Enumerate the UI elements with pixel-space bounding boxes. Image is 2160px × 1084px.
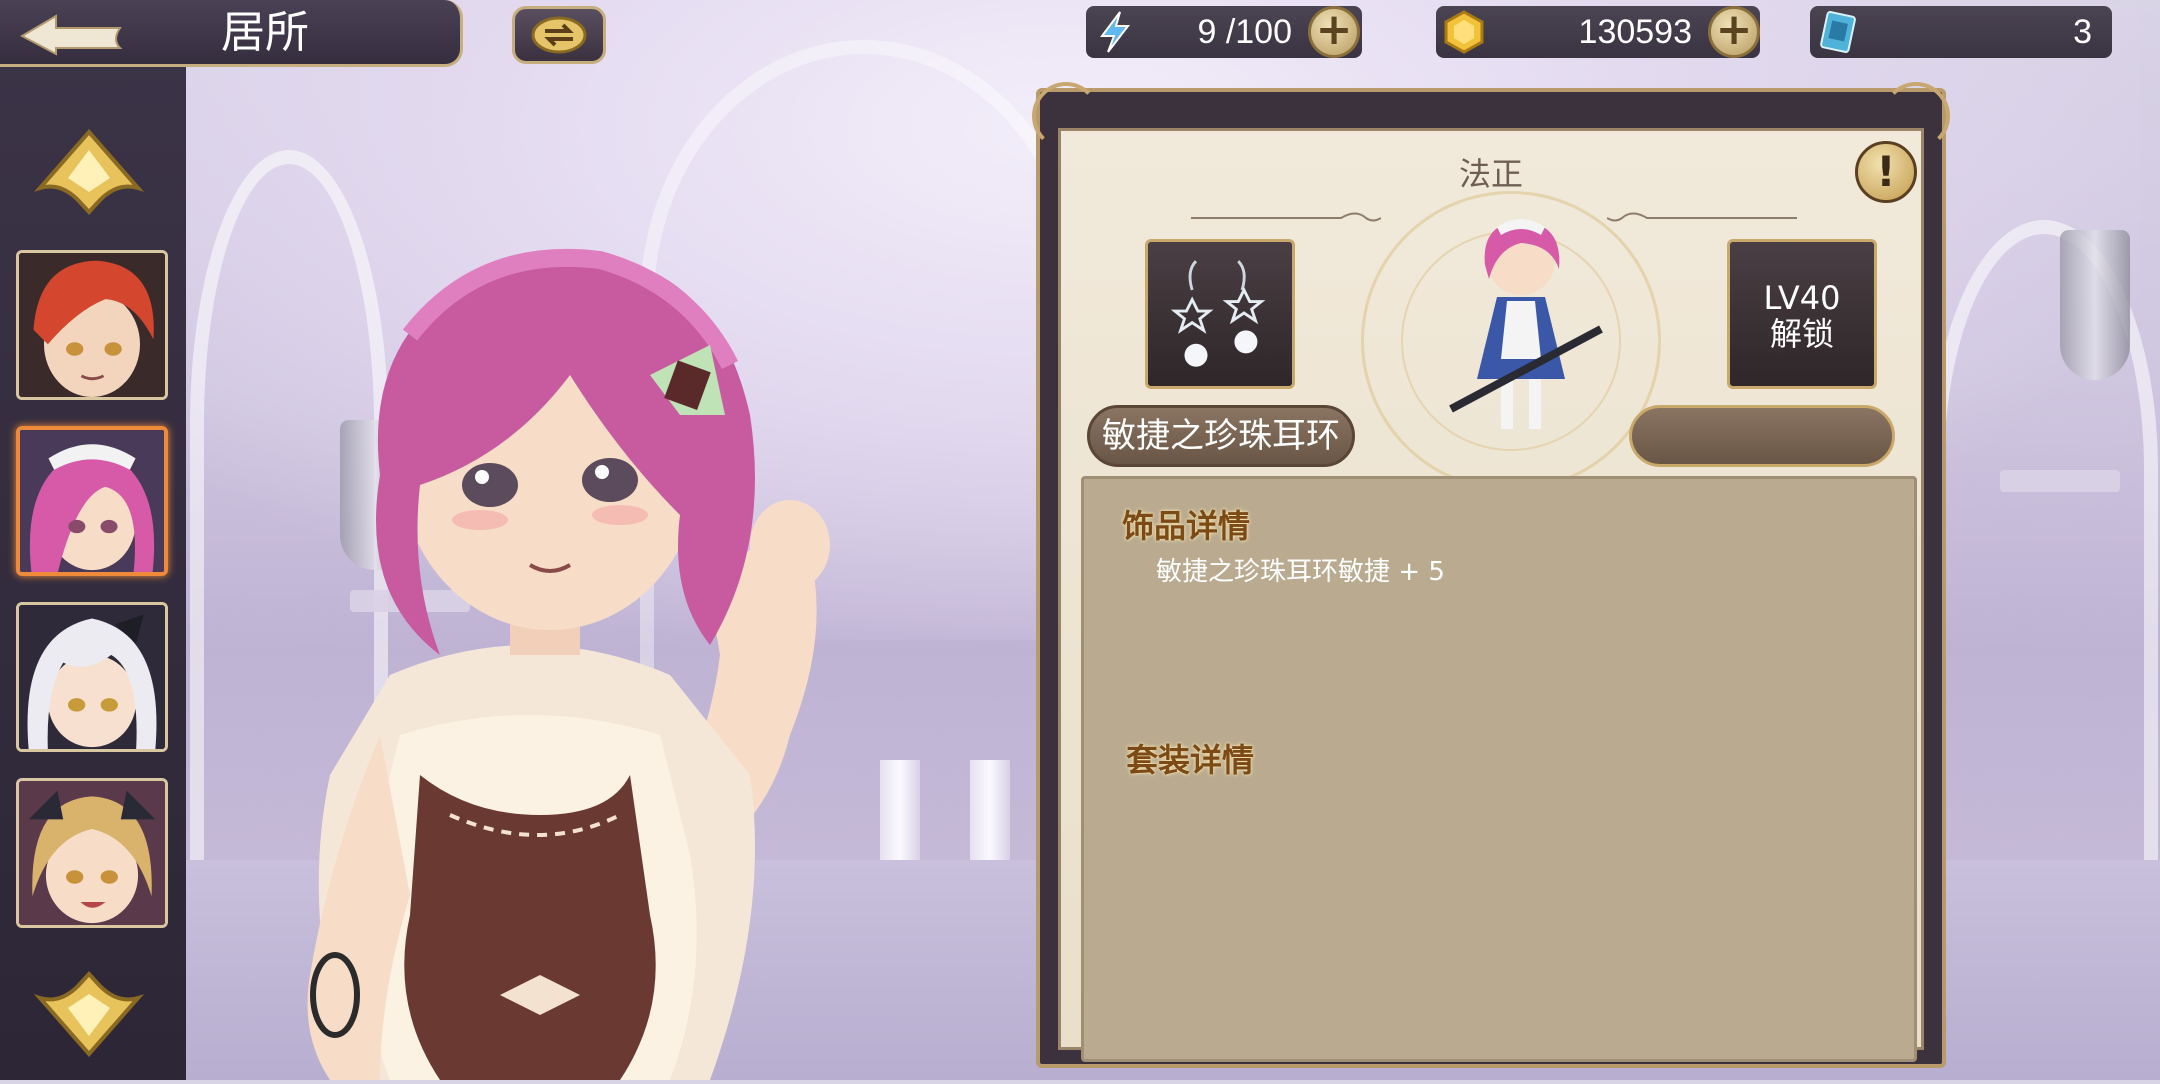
back-button[interactable] xyxy=(16,8,126,58)
locked-slot-text: LV40 解锁 xyxy=(1730,242,1874,352)
portrait-blonde-hair[interactable] xyxy=(16,778,168,928)
unlock-level: LV40 xyxy=(1763,279,1841,317)
title-ornament-left xyxy=(1191,212,1381,222)
portrait-red-hair[interactable] xyxy=(16,250,168,400)
item-name-label: 敏捷之珍珠耳环 xyxy=(1087,405,1355,467)
exclamation-icon: ! xyxy=(1876,147,1896,196)
accessory-detail-title: 饰品详情 xyxy=(1122,507,1251,545)
character-illustration[interactable] xyxy=(150,215,890,1080)
scroll-up-button[interactable] xyxy=(30,128,148,216)
chibi-character-figure xyxy=(1449,219,1603,429)
add-stamina-button[interactable]: + xyxy=(1308,6,1360,58)
arrow-down-icon xyxy=(33,971,145,1058)
pearl-earring-icon xyxy=(1170,260,1266,367)
lightning-icon xyxy=(1100,11,1131,53)
set-detail-title: 套装详情 xyxy=(1126,741,1255,779)
title-ornament-right xyxy=(1607,212,1797,222)
character-name: 法正 xyxy=(1458,155,1523,193)
gold-value: 130593 xyxy=(1578,13,1692,51)
wall-shelf-decoration xyxy=(2000,470,2120,492)
stamina-value: 9 /100 xyxy=(1197,13,1292,51)
add-gold-button[interactable]: + xyxy=(1708,6,1760,58)
empty-item-name-label xyxy=(1629,405,1895,467)
accessory-detail-text: 敏捷之珍珠耳环敏捷 + 5 xyxy=(1156,557,1445,587)
ticket-card-icon xyxy=(1820,11,1856,53)
unlock-label: 解锁 xyxy=(1769,315,1834,353)
wall-shield-decoration xyxy=(2060,230,2130,380)
locked-accessory-slot[interactable]: LV40 解锁 xyxy=(1727,239,1877,389)
accessory-detail-panel: 法正 ! LV40 解锁 敏捷之珍珠耳环 饰品详情 敏捷之珍珠耳环敏捷 + 5 … xyxy=(1032,82,1950,1068)
silver-hair-character-face xyxy=(19,605,165,749)
info-button[interactable]: ! xyxy=(1855,141,1917,203)
swap-arrows-icon xyxy=(531,16,587,54)
portrait-silver-hair[interactable] xyxy=(16,602,168,752)
portrait-pink-hair[interactable] xyxy=(16,426,168,576)
gold-coin-icon xyxy=(1444,10,1484,54)
character-sidebar xyxy=(0,60,186,1080)
detail-box: 饰品详情 敏捷之珍珠耳环敏捷 + 5 套装详情 xyxy=(1081,476,1917,1062)
gold-counter: 130593 + xyxy=(1436,6,1760,58)
blonde-hair-character-face xyxy=(19,781,165,925)
red-hair-character-face xyxy=(19,253,165,397)
title-bar: 居所 xyxy=(0,0,463,67)
scroll-down-button[interactable] xyxy=(30,970,148,1058)
arrow-up-icon xyxy=(33,128,145,215)
pink-hair-character-face xyxy=(20,430,164,572)
page-title: 居所 xyxy=(221,7,309,58)
character-art xyxy=(307,248,830,1080)
equipped-accessory-slot[interactable] xyxy=(1145,239,1295,389)
ticket-counter: 3 xyxy=(1810,6,2112,58)
panel-inner: 法正 ! LV40 解锁 敏捷之珍珠耳环 饰品详情 敏捷之珍珠耳环敏捷 + 5 … xyxy=(1058,128,1924,1062)
stamina-counter: 9 /100 + xyxy=(1086,6,1362,58)
ticket-value: 3 xyxy=(2073,13,2092,51)
back-arrow-icon xyxy=(19,14,123,56)
switch-button[interactable] xyxy=(512,6,606,64)
